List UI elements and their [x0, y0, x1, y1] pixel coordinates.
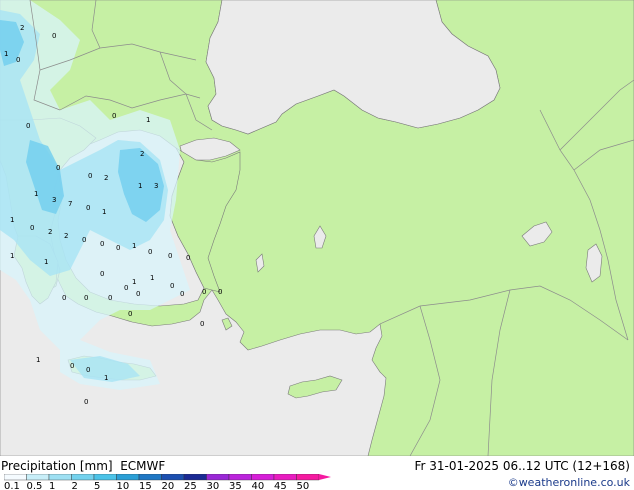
- point-value: 0: [124, 284, 128, 292]
- point-value: 0: [56, 164, 60, 172]
- point-value: 1: [150, 274, 154, 282]
- point-value: 0: [82, 236, 86, 244]
- point-value: 1: [4, 50, 8, 58]
- scale-color-box: [206, 474, 230, 481]
- scale-tick-label: 10: [117, 481, 130, 490]
- scale-tick-label: 15: [139, 481, 152, 490]
- valid-time: Fr 31-01-2025 06..12 UTC (12+168): [414, 459, 630, 473]
- scale-color-box: [48, 474, 72, 481]
- point-value: 0: [30, 224, 34, 232]
- point-value: 0: [52, 32, 56, 40]
- point-value: 3: [154, 182, 158, 190]
- point-value: 2: [48, 228, 52, 236]
- point-value: 2: [20, 24, 24, 32]
- point-value: 0: [88, 172, 92, 180]
- point-value: 2: [64, 232, 68, 240]
- scale-tick-label: 25: [184, 481, 197, 490]
- point-value: 1: [132, 242, 136, 250]
- point-value: 0: [116, 244, 120, 252]
- point-value: 2: [104, 174, 108, 182]
- model-label: ECMWF: [120, 459, 166, 473]
- point-value: 0: [170, 282, 174, 290]
- point-value: 1: [146, 116, 150, 124]
- point-value: 0: [202, 288, 206, 296]
- point-value: 0: [108, 294, 112, 302]
- product-title: Precipitation [mm] ECMWF: [1, 459, 165, 473]
- point-value: 0: [200, 320, 204, 328]
- scale-tick-label: 5: [94, 481, 100, 490]
- precipitation-map: 2010100231200370112210110001000000010010…: [0, 0, 634, 456]
- scale-tick-label: 50: [297, 481, 310, 490]
- scale-color-box: [71, 474, 95, 481]
- scale-color-box: [228, 474, 252, 481]
- point-value: 0: [100, 270, 104, 278]
- scale-color-box: [183, 474, 207, 481]
- point-value: 0: [86, 204, 90, 212]
- point-value: 1: [34, 190, 38, 198]
- point-value: 1: [36, 356, 40, 364]
- precip-color-scale: 0.1 0.5 1 2 5 10 15 20 25 30 35 40 45 50: [4, 474, 331, 490]
- scale-tick-label: 35: [229, 481, 242, 490]
- point-value: 0: [180, 290, 184, 298]
- scale-tick-label: 1: [49, 481, 55, 490]
- scale-tick-label: 30: [207, 481, 220, 490]
- point-value: 0: [186, 254, 190, 262]
- product-label: Precipitation [mm]: [1, 459, 113, 473]
- map-canvas: 20101002312003 7 0 112 210110 0 0 10 0 00 00010 010…: [0, 0, 634, 456]
- scale-color-box: [116, 474, 140, 481]
- point-value: 0: [16, 56, 20, 64]
- point-value: 1: [102, 208, 106, 216]
- scale-tick-label: 45: [274, 481, 287, 490]
- scale-tick-label: 20: [162, 481, 175, 490]
- point-value: 1: [44, 258, 48, 266]
- point-value: 0: [84, 398, 88, 406]
- point-value: 0: [168, 252, 172, 260]
- credit-link[interactable]: ©weatheronline.co.uk: [508, 476, 630, 489]
- scale-overflow-arrow: [319, 474, 331, 480]
- point-value: 3: [52, 196, 56, 204]
- point-value: 0: [136, 290, 140, 298]
- point-value: 0: [128, 310, 132, 318]
- point-value: 0: [148, 248, 152, 256]
- point-value: 1: [10, 252, 14, 260]
- scale-color-box: [138, 474, 162, 481]
- point-value: 1: [10, 216, 14, 224]
- point-value: 0: [84, 294, 88, 302]
- point-value: 1: [138, 182, 142, 190]
- map-footer: Precipitation [mm] ECMWF Fr 31-01-2025 0…: [0, 456, 634, 490]
- scale-color-box: [161, 474, 185, 481]
- scale-tick-label: 0.5: [27, 481, 43, 490]
- scale-color-box: [251, 474, 275, 481]
- point-value: 0: [62, 294, 66, 302]
- point-value: 0: [112, 112, 116, 120]
- scale-color-box: [4, 474, 27, 481]
- point-value: 7: [68, 200, 72, 208]
- point-value: 0: [26, 122, 30, 130]
- scale-color-box: [296, 474, 320, 481]
- point-value: 1: [132, 278, 136, 286]
- scale-tick-label: 2: [72, 481, 78, 490]
- scale-color-box: [93, 474, 117, 481]
- scale-color-box: [273, 474, 297, 481]
- point-value: 1: [104, 374, 108, 382]
- point-value: 0: [86, 366, 90, 374]
- scale-color-box: [26, 474, 50, 481]
- point-value: 0: [70, 362, 74, 370]
- point-value: 0: [218, 288, 222, 296]
- scale-tick-label: 40: [252, 481, 265, 490]
- point-value: 2: [140, 150, 144, 158]
- point-value: 0: [100, 240, 104, 248]
- scale-tick-label: 0.1: [4, 481, 20, 490]
